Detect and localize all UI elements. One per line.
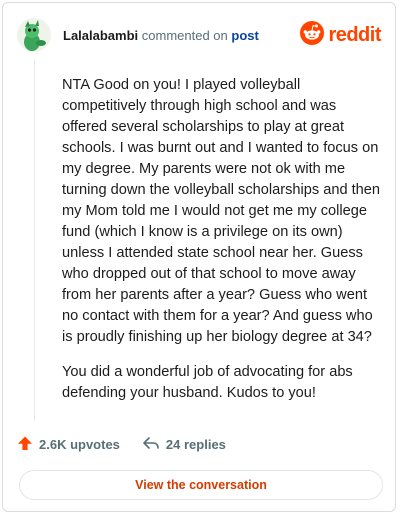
comment-body: NTA Good on you! I played volleyball com…: [62, 75, 384, 418]
reddit-logo-icon: [300, 20, 325, 50]
comment-byline: Lalalabambi commented on post: [63, 28, 259, 43]
comment-actions: 2.6K upvotes 24 replies: [17, 435, 226, 454]
comment-header: Lalalabambi commented on post reddit: [17, 17, 381, 53]
thread-line[interactable]: [34, 59, 35, 421]
reply-count: 24 replies: [165, 437, 226, 452]
reply-arrow-icon: [142, 435, 166, 454]
byline-action-text: commented on: [141, 27, 228, 43]
comment-card: Lalalabambi commented on post reddit NTA…: [2, 2, 396, 512]
post-link[interactable]: post: [231, 28, 258, 43]
upvote-arrow-icon: [17, 435, 39, 454]
user-avatar-icon[interactable]: [17, 18, 51, 52]
reddit-brand[interactable]: reddit: [300, 20, 381, 50]
upvote-button[interactable]: 2.6K upvotes: [17, 435, 120, 454]
upvote-count: 2.6K upvotes: [39, 437, 120, 452]
reddit-wordmark: reddit: [328, 23, 381, 46]
comment-paragraph: NTA Good on you! I played volleyball com…: [62, 77, 381, 345]
replies-button[interactable]: 24 replies: [142, 435, 226, 454]
username-link[interactable]: Lalalabambi: [63, 28, 138, 43]
comment-paragraph: You did a wonderful job of advocating fo…: [62, 364, 353, 401]
view-conversation-button[interactable]: View the conversation: [19, 470, 383, 500]
